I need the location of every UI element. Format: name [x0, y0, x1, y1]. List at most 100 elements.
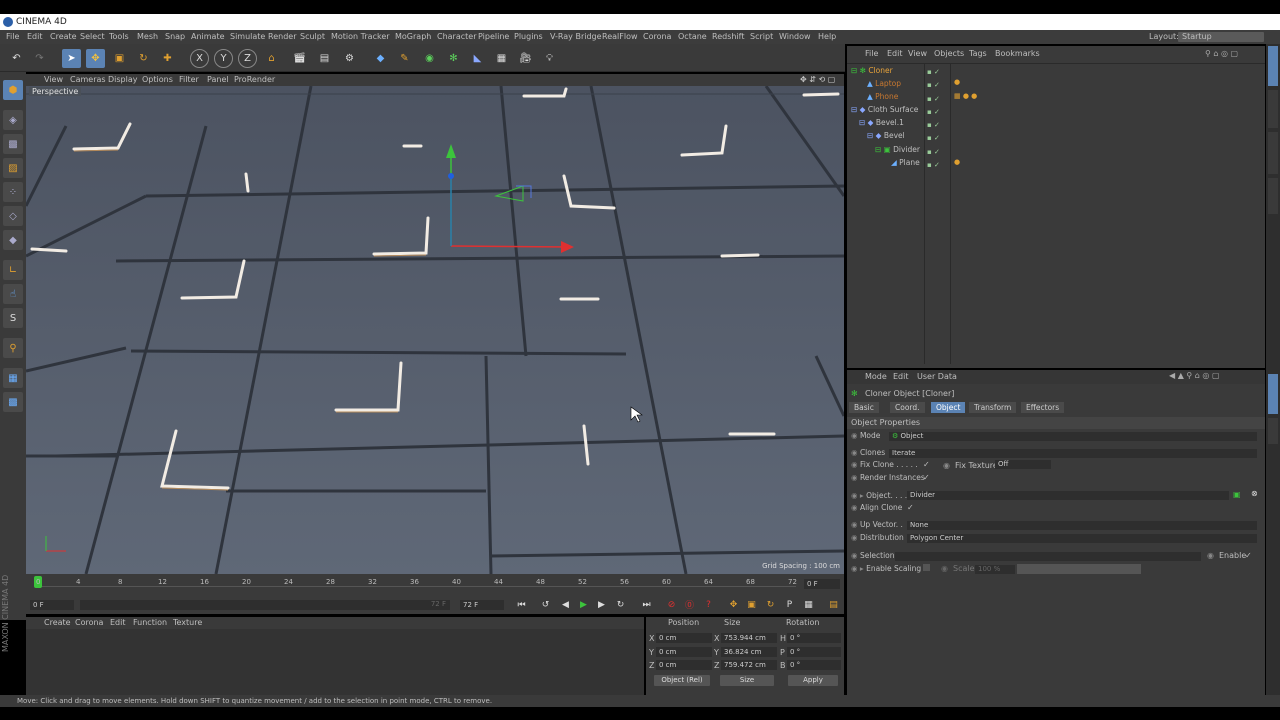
apply-button[interactable]: Apply: [788, 675, 838, 686]
vp-menu-view[interactable]: View: [44, 74, 63, 86]
vp-menu-prorender[interactable]: ProRender: [234, 74, 275, 86]
menu-simulate[interactable]: Simulate: [230, 30, 265, 44]
object-link-field[interactable]: Divider: [907, 491, 1229, 500]
object-row-cloner[interactable]: ⊟ ✻ Cloner: [851, 64, 893, 77]
pos-z-field[interactable]: 0 cm: [656, 660, 712, 670]
attr-menu-mode[interactable]: Mode: [865, 372, 887, 381]
undo-icon[interactable]: ↶: [7, 49, 26, 68]
pos-y-field[interactable]: 0 cm: [656, 647, 712, 657]
edges-mode-icon[interactable]: ◇: [3, 206, 23, 226]
menu-plugins[interactable]: Plugins: [514, 30, 543, 44]
object-row-bevel[interactable]: ⊟ ◆ Bevel: [867, 129, 905, 142]
mat-menu-function[interactable]: Function: [133, 617, 167, 629]
polygons-mode-icon[interactable]: ◆: [3, 230, 23, 250]
object-row-bevel-1[interactable]: ⊟ ◆ Bevel.1: [859, 116, 904, 129]
render-picture-viewer-icon[interactable]: ▤: [315, 49, 334, 68]
menu-motion-tracker[interactable]: Motion Tracker: [331, 30, 390, 44]
menu-realflow[interactable]: RealFlow: [602, 30, 638, 44]
current-frame-field[interactable]: 0 F: [804, 579, 840, 589]
make-editable-icon[interactable]: ⬢: [3, 80, 23, 100]
end-frame-field[interactable]: 72 F: [460, 600, 504, 610]
object-row-laptop[interactable]: ▲ Laptop: [867, 77, 901, 90]
menu-script[interactable]: Script: [750, 30, 773, 44]
play-icon[interactable]: ▶: [577, 598, 590, 611]
texture-mode-icon[interactable]: ▩: [3, 134, 23, 154]
object-row-cloth-surface[interactable]: ⊟ ◆ Cloth Surface: [851, 103, 918, 116]
start-frame-field[interactable]: 0 F: [30, 600, 74, 610]
camera-icon[interactable]: 🎥︎: [516, 49, 535, 68]
mat-menu-corona[interactable]: Corona: [75, 617, 103, 629]
keyframe-selection-icon[interactable]: ?: [702, 598, 715, 611]
content-browser-side-tab[interactable]: [1268, 132, 1278, 174]
menu-help[interactable]: Help: [818, 30, 836, 44]
cloner-icon[interactable]: ✻: [444, 49, 463, 68]
subdivision-icon[interactable]: ◉: [420, 49, 439, 68]
rot-b-field[interactable]: 0 °: [787, 660, 841, 670]
layout-select[interactable]: Startup: [1178, 32, 1264, 42]
obj-menu-bookmarks[interactable]: Bookmarks: [995, 48, 1040, 60]
menu-sculpt[interactable]: Sculpt: [300, 30, 325, 44]
cube-icon[interactable]: ◆: [371, 49, 390, 68]
floor-icon[interactable]: ▦: [492, 49, 511, 68]
key-parameter-icon[interactable]: P: [783, 598, 796, 611]
rot-h-field[interactable]: 0 °: [787, 633, 841, 643]
vp-menu-display[interactable]: Display: [108, 74, 138, 86]
fix-texture-select[interactable]: Off: [995, 460, 1051, 469]
size-z-field[interactable]: 759.472 cm: [721, 660, 777, 670]
y-axis-lock-icon[interactable]: Y: [214, 49, 233, 68]
menu-pipeline[interactable]: Pipeline: [478, 30, 509, 44]
menu-vray-bridge[interactable]: V-Ray Bridge: [550, 30, 602, 44]
render-settings-icon[interactable]: ⚙: [340, 49, 359, 68]
menu-animate[interactable]: Animate: [191, 30, 225, 44]
next-key-icon[interactable]: ↻: [614, 598, 627, 611]
object-link-icon[interactable]: ▣: [1233, 490, 1241, 499]
render-view-icon[interactable]: 🎬︎: [290, 49, 309, 68]
mode-select[interactable]: ⚙ Object: [889, 432, 1257, 441]
obj-menu-edit[interactable]: Edit: [887, 48, 903, 60]
rotate-tool-icon[interactable]: ↻: [134, 49, 153, 68]
timeline-window-icon[interactable]: ▤: [827, 598, 840, 611]
attr-nav-icons[interactable]: ◀ ▲ ⚲ ⌂ ◎ ▢: [1169, 371, 1220, 380]
workplane-lock-icon[interactable]: ⚲: [3, 338, 23, 358]
clear-link-icon[interactable]: ⊗: [1251, 489, 1258, 498]
enable-checkbox[interactable]: ✓: [1245, 551, 1252, 560]
viewport-perspective[interactable]: Perspective Grid Spacing : 100 cm: [26, 86, 844, 574]
scale-tool-icon[interactable]: ▣: [110, 49, 129, 68]
solo-icon[interactable]: ▩: [3, 392, 23, 412]
mat-menu-edit[interactable]: Edit: [110, 617, 126, 629]
coord-mode-select[interactable]: Object (Rel): [654, 675, 710, 686]
tag-icon[interactable]: ▦ ● ●: [954, 92, 977, 100]
object-row-plane[interactable]: ◢ Plane: [891, 156, 920, 169]
pen-icon[interactable]: ✎: [395, 49, 414, 68]
workplane-icon[interactable]: ▨: [3, 158, 23, 178]
frame-range-slider[interactable]: 72 F: [80, 600, 450, 610]
size-x-field[interactable]: 753.944 cm: [721, 633, 777, 643]
light-icon[interactable]: 💡︎: [540, 49, 559, 68]
select-tool-icon[interactable]: ➤: [62, 49, 81, 68]
menu-select[interactable]: Select: [80, 30, 105, 44]
menu-mesh[interactable]: Mesh: [137, 30, 158, 44]
menu-snap[interactable]: Snap: [165, 30, 185, 44]
visibility-toggles[interactable]: ▪ ✓ ▪ ✓ ▪ ✓ ▪ ✓ ▪ ✓ ▪ ✓ ▪ ✓ ▪ ✓: [927, 66, 940, 172]
prev-key-icon[interactable]: ↺: [539, 598, 552, 611]
align-clone-checkbox[interactable]: ✓: [907, 503, 914, 512]
mat-menu-texture[interactable]: Texture: [173, 617, 202, 629]
tab-basic[interactable]: Basic: [849, 402, 879, 413]
snap-icon[interactable]: S: [3, 308, 23, 328]
x-axis-lock-icon[interactable]: X: [190, 49, 209, 68]
mat-menu-create[interactable]: Create: [44, 617, 71, 629]
key-scale-icon[interactable]: ▣: [745, 598, 758, 611]
menu-file[interactable]: File: [6, 30, 19, 44]
menu-character[interactable]: Character: [437, 30, 477, 44]
tag-icon[interactable]: ●: [954, 158, 960, 166]
prev-frame-icon[interactable]: ◀: [559, 598, 572, 611]
size-y-field[interactable]: 36.824 cm: [721, 647, 777, 657]
menu-tools[interactable]: Tools: [109, 30, 129, 44]
objects-side-tab[interactable]: [1268, 46, 1278, 86]
attr-menu-user-data[interactable]: User Data: [917, 372, 957, 381]
menu-create[interactable]: Create: [50, 30, 77, 44]
menu-corona[interactable]: Corona: [643, 30, 671, 44]
coordinate-system-icon[interactable]: ⌂: [262, 49, 281, 68]
fix-clone-checkbox[interactable]: ✓: [923, 460, 930, 469]
object-row-divider[interactable]: ⊟ ▣ Divider: [875, 143, 920, 156]
